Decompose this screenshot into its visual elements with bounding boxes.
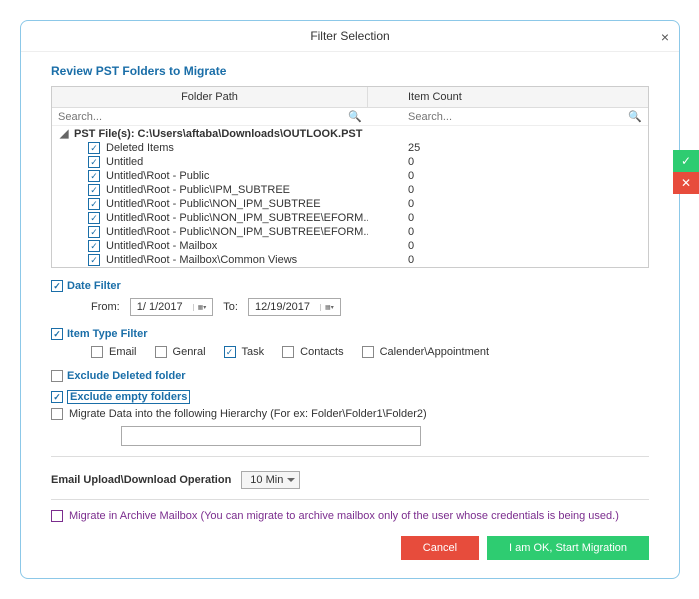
row-checkbox[interactable] — [88, 240, 100, 252]
search-folder: 🔍 — [52, 108, 368, 125]
checkbox-icon — [362, 346, 374, 358]
date-filter-toggle[interactable]: Date Filter — [51, 280, 649, 292]
table-row[interactable]: Untitled\Root - Public0 — [52, 169, 648, 183]
start-migration-button[interactable]: I am OK, Start Migration — [487, 536, 649, 560]
row-checkbox[interactable] — [88, 170, 100, 182]
table-row[interactable]: Untitled\Root - Public\NON_IPM_SUBTREE\E… — [52, 211, 648, 225]
to-label: To: — [223, 301, 238, 313]
filter-selection-dialog: Filter Selection × Review PST Folders to… — [20, 20, 680, 579]
column-folder[interactable]: Folder Path — [52, 87, 368, 107]
side-confirm-button[interactable]: ✓ — [673, 150, 699, 172]
side-action-buttons: ✓ ✕ — [673, 150, 699, 194]
type-contacts[interactable]: Contacts — [282, 346, 343, 358]
review-header: Review PST Folders to Migrate — [51, 64, 649, 78]
upload-label: Email Upload\Download Operation — [51, 474, 231, 486]
from-date-input[interactable]: 1/ 1/2017 ▦▾ — [130, 298, 214, 316]
checkbox-icon — [282, 346, 294, 358]
side-cancel-button[interactable]: ✕ — [673, 172, 699, 194]
type-calendar[interactable]: Calender\Appointment — [362, 346, 489, 358]
table-row[interactable]: Untitled\Root - Public\NON_IPM_SUBTREE\E… — [52, 225, 648, 239]
root-row[interactable]: ◢ PST File(s): C:\Users\aftaba\Downloads… — [52, 126, 648, 141]
row-checkbox[interactable] — [88, 198, 100, 210]
divider — [51, 499, 649, 500]
row-checkbox[interactable] — [88, 184, 100, 196]
table-row[interactable]: Untitled\Root - Public\NON_IPM_SUBTREE0 — [52, 197, 648, 211]
grid-header: Folder Path Item Count — [52, 87, 648, 108]
row-checkbox[interactable] — [88, 142, 100, 154]
tree-collapse-icon[interactable]: ◢ — [60, 127, 70, 140]
row-checkbox[interactable] — [88, 212, 100, 224]
grid-body[interactable]: ◢ PST File(s): C:\Users\aftaba\Downloads… — [52, 126, 648, 267]
calendar-dropdown-icon[interactable]: ▦▾ — [320, 304, 334, 311]
item-type-filter-toggle[interactable]: Item Type Filter — [51, 328, 649, 340]
checkbox-icon — [51, 408, 63, 420]
from-label: From: — [91, 301, 120, 313]
title-bar: Filter Selection × — [21, 21, 679, 52]
table-row[interactable]: Untitled\Root - Public\IPM_SUBTREE0 — [52, 183, 648, 197]
row-checkbox[interactable] — [88, 254, 100, 266]
hierarchy-input[interactable] — [121, 426, 421, 446]
row-checkbox[interactable] — [88, 156, 100, 168]
checkbox-icon — [91, 346, 103, 358]
search-folder-input[interactable] — [58, 111, 344, 123]
search-count-input[interactable] — [408, 111, 624, 123]
cancel-button[interactable]: Cancel — [401, 536, 479, 560]
close-icon[interactable]: × — [661, 29, 669, 45]
row-checkbox[interactable] — [88, 226, 100, 238]
table-row[interactable]: Untitled0 — [52, 155, 648, 169]
exclude-deleted-toggle[interactable]: Exclude Deleted folder — [51, 370, 649, 382]
checkbox-icon — [155, 346, 167, 358]
divider — [51, 456, 649, 457]
table-row[interactable]: Untitled\Root - Mailbox\Common Views0 — [52, 253, 648, 267]
checkbox-icon — [51, 370, 63, 382]
table-row[interactable]: Untitled\Root - Mailbox0 — [52, 239, 648, 253]
column-count[interactable]: Item Count — [368, 87, 648, 107]
checkbox-icon — [224, 346, 236, 358]
search-icon: 🔍 — [628, 110, 642, 123]
table-row[interactable]: Deleted Items25 — [52, 141, 648, 155]
calendar-dropdown-icon[interactable]: ▦▾ — [193, 304, 207, 311]
search-count: 🔍 — [368, 108, 648, 125]
upload-interval-select[interactable]: 10 Min — [241, 471, 300, 489]
type-email[interactable]: Email — [91, 346, 137, 358]
exclude-empty-toggle[interactable]: Exclude empty folders — [51, 390, 649, 404]
checkbox-icon — [51, 280, 63, 292]
checkbox-icon — [51, 328, 63, 340]
archive-toggle[interactable]: Migrate in Archive Mailbox (You can migr… — [51, 510, 649, 522]
search-icon: 🔍 — [348, 110, 362, 123]
type-general[interactable]: Genral — [155, 346, 206, 358]
to-date-input[interactable]: 12/19/2017 ▦▾ — [248, 298, 341, 316]
folder-grid: Folder Path Item Count 🔍 🔍 ◢ PST File(s) — [51, 86, 649, 268]
dialog-title: Filter Selection — [310, 29, 389, 43]
root-label: PST File(s): C:\Users\aftaba\Downloads\O… — [74, 128, 362, 140]
hierarchy-toggle[interactable]: Migrate Data into the following Hierarch… — [51, 408, 649, 420]
checkbox-icon — [51, 391, 63, 403]
checkbox-icon — [51, 510, 63, 522]
type-task[interactable]: Task — [224, 346, 265, 358]
